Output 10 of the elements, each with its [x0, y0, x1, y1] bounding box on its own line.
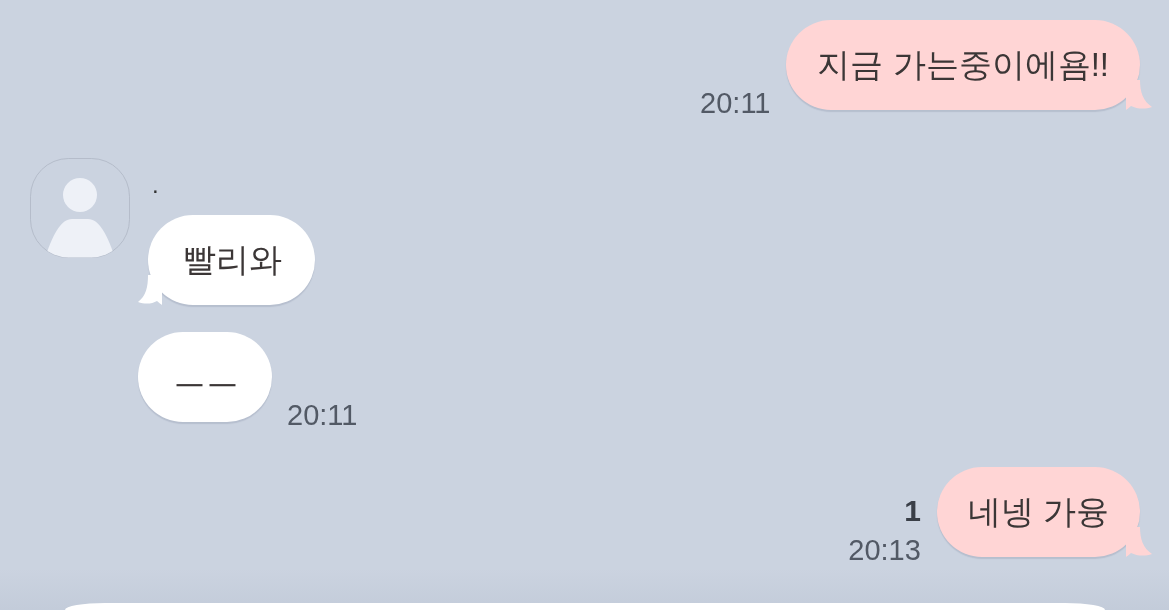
message-bubble: 빨리와 — [138, 215, 315, 305]
timestamp: 20:11 — [700, 87, 771, 119]
timestamp: 20:11 — [287, 399, 358, 431]
user-avatar-icon[interactable] — [30, 158, 130, 258]
unread-count: 1 — [904, 495, 921, 527]
message-bubble: 네넹 가융 — [936, 467, 1152, 557]
timestamp: 20:13 — [848, 534, 921, 566]
message-bubble: 지금 가는중이에욤!! — [786, 20, 1152, 110]
message-bubble: ㅡㅡ — [138, 332, 272, 422]
sender-name: . — [151, 170, 159, 200]
